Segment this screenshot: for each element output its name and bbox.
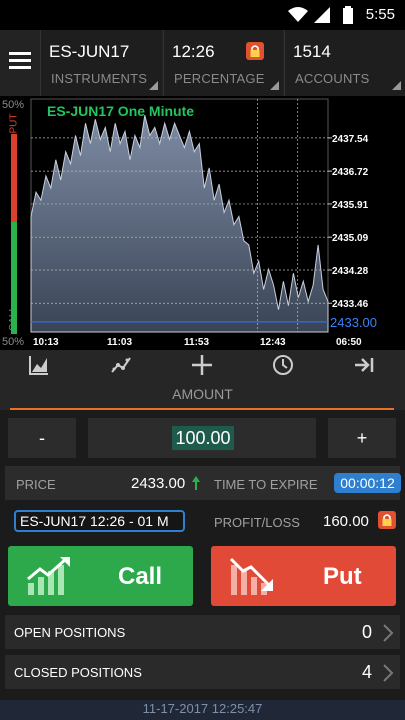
closed-positions-label: CLOSED POSITIONS [14, 665, 142, 680]
chart-toolbar [0, 350, 405, 380]
open-positions-row[interactable]: OPEN POSITIONS 0 [5, 615, 400, 649]
chart-type-icon[interactable] [28, 354, 50, 376]
accounts-value: 1514 [293, 42, 331, 61]
decrease-amount-button[interactable]: - [8, 418, 76, 458]
instruments-label: INSTRUMENTS [51, 71, 148, 86]
chevron-right-icon [383, 664, 394, 682]
call-label: Call [118, 563, 163, 590]
minus-label: - [39, 428, 45, 448]
lock-icon [246, 42, 264, 60]
accounts-tile[interactable]: 1514 ACCOUNTS [284, 30, 405, 96]
y-tick-label: 2434.28 [332, 266, 369, 277]
call-trend-up-icon [27, 557, 70, 595]
clock-icon[interactable] [272, 354, 294, 376]
profit-loss-label: PROFIT/LOSS [214, 515, 300, 530]
time-to-expire-value: 00:00:12 [334, 473, 401, 493]
x-tick-label: 11:53 [184, 337, 209, 348]
battery-icon [343, 6, 353, 24]
wifi-icon [288, 7, 308, 22]
signal-icon [314, 7, 330, 23]
percentage-value: 12:26 [172, 42, 215, 61]
instruments-tile[interactable]: ES-JUN17 INSTRUMENTS [40, 30, 162, 96]
amount-underline [10, 408, 394, 410]
price-up-arrow-icon [192, 476, 200, 490]
hamburger-menu-icon[interactable] [0, 30, 40, 96]
lock-icon[interactable] [378, 511, 396, 529]
chart-panel[interactable]: 50% 50% PUT CALL ES-JUN17 One Minute 243… [0, 96, 405, 350]
y-tick-label: 2435.91 [332, 200, 369, 211]
call-button[interactable]: Call [8, 546, 193, 606]
top-bar: ES-JUN17 INSTRUMENTS 12:26 PERCENTAGE 15… [0, 30, 405, 96]
instrument-value: ES-JUN17 [49, 42, 130, 61]
price-chart[interactable]: ES-JUN17 One Minute 2437.54 2436.72 2435.9… [0, 96, 405, 350]
dropdown-corner-icon [149, 81, 158, 90]
put-label: Put [323, 563, 362, 590]
dropdown-corner-icon [270, 81, 279, 90]
increase-amount-button[interactable]: + [328, 418, 396, 458]
y-tick-label: 2435.09 [332, 233, 369, 244]
scroll-end-icon[interactable] [353, 354, 375, 376]
put-button[interactable]: Put [211, 546, 396, 606]
indicators-icon[interactable] [110, 354, 132, 376]
clock-text: 5:55 [365, 6, 395, 23]
price-label: PRICE [16, 477, 56, 492]
y-tick-label: 2437.54 [332, 134, 369, 145]
chart-title: ES-JUN17 One Minute [47, 103, 194, 119]
open-positions-label: OPEN POSITIONS [14, 625, 126, 640]
amount-value[interactable]: 100.00 [172, 426, 234, 450]
current-price-label: 2433.00 [330, 315, 377, 330]
put-trend-down-icon [229, 557, 273, 595]
profit-loss-value: 160.00 [323, 513, 369, 530]
percentage-label: PERCENTAGE [174, 71, 265, 86]
amount-title: AMOUNT [172, 386, 233, 402]
amount-header: AMOUNT [0, 380, 405, 410]
accounts-label: ACCOUNTS [295, 71, 370, 86]
x-tick-label: 06:50 [336, 337, 362, 348]
y-tick-label: 2436.72 [332, 167, 369, 178]
open-positions-count: 0 [361, 622, 372, 642]
price-value: 2433.00 [131, 475, 186, 492]
plus-label: + [356, 428, 368, 448]
dropdown-corner-icon [392, 81, 401, 90]
chevron-right-icon [383, 624, 394, 642]
y-tick-label: 2433.46 [332, 299, 369, 310]
crosshair-icon[interactable] [191, 354, 213, 376]
time-to-expire-label: TIME TO EXPIRE [214, 477, 318, 492]
expiry-option-select[interactable]: ES-JUN17 12:26 - 01 M [14, 510, 185, 532]
closed-positions-count: 4 [361, 662, 372, 682]
percentage-tile[interactable]: 12:26 PERCENTAGE [163, 30, 283, 96]
status-bar: 5:55 [0, 0, 405, 30]
x-tick-label: 10:13 [33, 337, 59, 348]
x-tick-label: 12:43 [260, 337, 286, 348]
x-tick-label: 11:03 [107, 337, 132, 348]
closed-positions-row[interactable]: CLOSED POSITIONS 4 [5, 655, 400, 689]
server-datetime: 11-17-2017 12:25:47 [0, 700, 405, 720]
